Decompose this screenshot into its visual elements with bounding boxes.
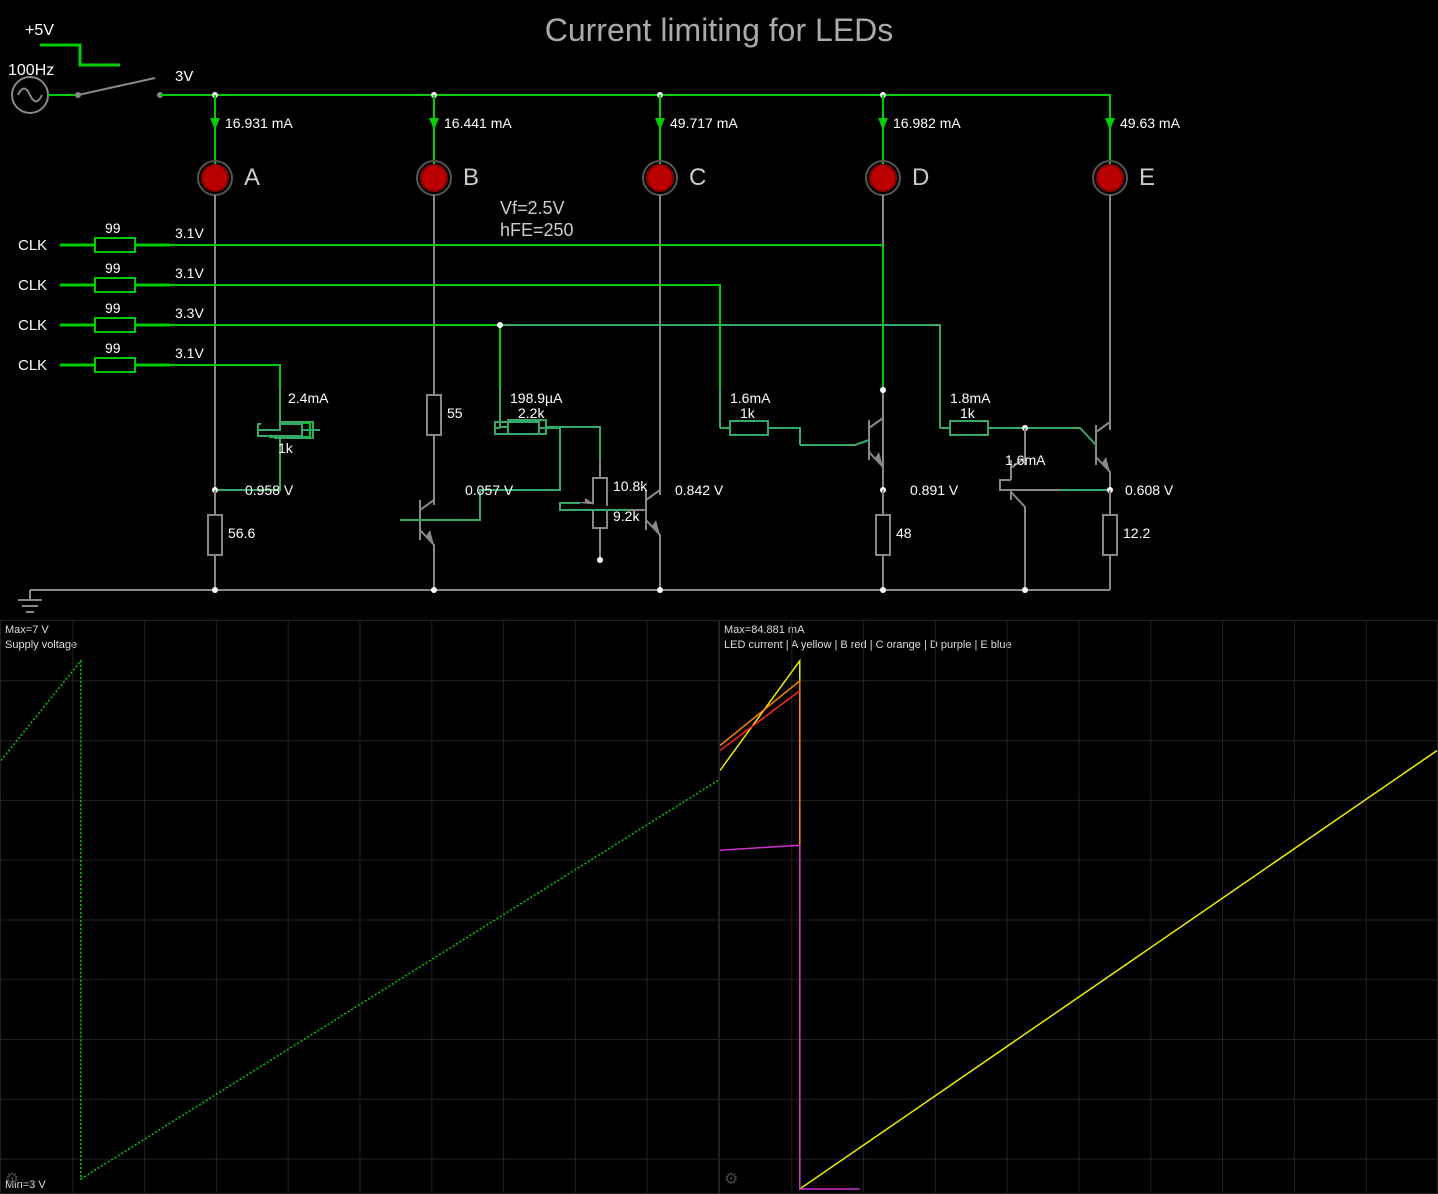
- e-vnode: 0.608 V: [1125, 482, 1173, 498]
- led-b-name: B: [463, 164, 479, 192]
- clk1-v: 3.1V: [175, 225, 204, 241]
- hfe-label: hFE=250: [500, 220, 574, 241]
- b-rcoll: 55: [447, 405, 463, 421]
- scope2-settings-icon[interactable]: ⚙: [724, 1169, 738, 1189]
- clk4-r: 99: [105, 340, 121, 356]
- led-a-name: A: [244, 164, 260, 192]
- scope-supply-voltage[interactable]: Max=7 V Supply voltage Min=3 V ⚙: [0, 620, 719, 1194]
- a-vnode: 0.958 V: [245, 482, 293, 498]
- led-d-current: 16.982 mA: [893, 115, 961, 131]
- oscilloscope-panel: Max=7 V Supply voltage Min=3 V ⚙ Max=84.…: [0, 620, 1438, 1194]
- b-rb: 2.2k: [518, 405, 544, 421]
- freq-label: 100Hz: [8, 62, 54, 80]
- scope2-plot: [720, 621, 1437, 1193]
- c-pot-bot: 9.2k: [613, 508, 639, 524]
- e-ibase: 1.8mA: [950, 390, 990, 406]
- b-ib: 198.9µA: [510, 390, 562, 406]
- d-re: 48: [896, 525, 912, 541]
- a-re: 56.6: [228, 525, 255, 541]
- clk4-v: 3.1V: [175, 345, 204, 361]
- switch-voltage: 3V: [175, 68, 193, 85]
- scope-led-current[interactable]: Max=84.881 mA LED current | A yellow | B…: [719, 620, 1438, 1194]
- a-rbase: 1k: [278, 440, 293, 456]
- d-vnode: 0.891 V: [910, 482, 958, 498]
- e-re: 12.2: [1123, 525, 1150, 541]
- clk2-r: 99: [105, 260, 121, 276]
- led-e-name: E: [1139, 164, 1155, 192]
- scope1-settings-icon[interactable]: ⚙: [5, 1169, 19, 1189]
- b-vnode: 0.057 V: [465, 482, 513, 498]
- clk1-r: 99: [105, 220, 121, 236]
- clk3-r: 99: [105, 300, 121, 316]
- clk2-label: CLK: [18, 277, 47, 294]
- e-rbase: 1k: [960, 405, 975, 421]
- plus5v-label: +5V: [25, 22, 54, 40]
- led-b-current: 16.441 mA: [444, 115, 512, 131]
- led-c-name: C: [689, 164, 706, 192]
- clk3-v: 3.3V: [175, 305, 204, 321]
- e-imid: 1.6mA: [1005, 452, 1045, 468]
- a-ibase: 2.4mA: [288, 390, 328, 406]
- clk1-label: CLK: [18, 237, 47, 254]
- c-pot-top: 10.8k: [613, 478, 647, 494]
- led-d-name: D: [912, 164, 929, 192]
- led-a-current: 16.931 mA: [225, 115, 293, 131]
- clk3-label: CLK: [18, 317, 47, 334]
- schematic-svg: [0, 0, 1438, 620]
- circuit-schematic[interactable]: Current limiting for LEDs: [0, 0, 1438, 620]
- led-e-current: 49.63 mA: [1120, 115, 1180, 131]
- d-ibase: 1.6mA: [730, 390, 770, 406]
- clk4-label: CLK: [18, 357, 47, 374]
- c-vnode: 0.842 V: [675, 482, 723, 498]
- vf-label: Vf=2.5V: [500, 198, 565, 219]
- led-c-current: 49.717 mA: [670, 115, 738, 131]
- scope1-plot: [1, 621, 718, 1193]
- d-rbase: 1k: [740, 405, 755, 421]
- clk2-v: 3.1V: [175, 265, 204, 281]
